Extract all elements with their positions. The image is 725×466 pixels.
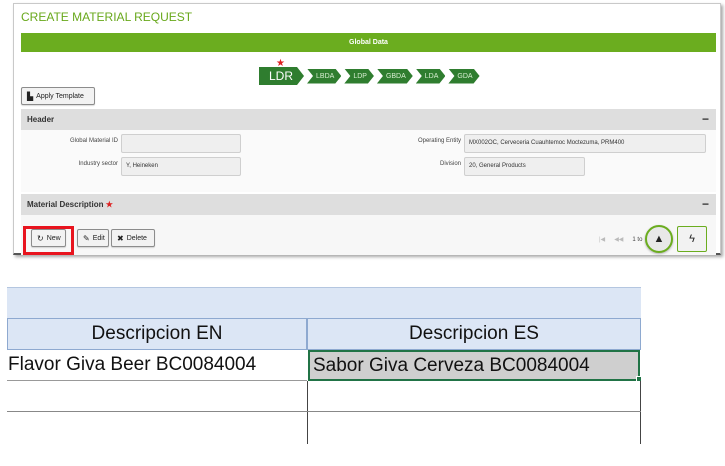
page-title: CREATE MATERIAL REQUEST bbox=[21, 10, 193, 24]
column-header-en[interactable]: Descripcion EN bbox=[7, 318, 307, 350]
cell-description-en[interactable]: Flavor Giva Beer BC0084004 bbox=[7, 350, 307, 381]
spreadsheet: Descripcion EN Descripcion ES Flavor Giv… bbox=[7, 287, 642, 444]
edit-icon: ✎ bbox=[83, 233, 90, 243]
quick-action-button[interactable]: ϟ bbox=[677, 226, 707, 252]
industry-sector-field[interactable]: Y, Heineken bbox=[121, 157, 241, 176]
global-material-id-field[interactable] bbox=[121, 134, 241, 153]
new-button[interactable]: ↻ New bbox=[31, 229, 66, 247]
collapse-icon[interactable]: − bbox=[702, 194, 709, 215]
division-label: Division bbox=[439, 161, 461, 167]
delete-button[interactable]: ✖ Delete bbox=[111, 229, 155, 247]
cell-description-es-selected[interactable]: Sabor Giva Cerveza BC0084004 bbox=[308, 350, 640, 381]
bolt-icon: ϟ bbox=[689, 233, 695, 245]
material-request-window: CREATE MATERIAL REQUEST Global Data ★ LD… bbox=[13, 3, 721, 255]
first-page-button[interactable]: |◀ bbox=[599, 236, 605, 243]
scroll-up-button[interactable]: ▲ bbox=[645, 225, 673, 253]
apply-template-button[interactable]: ▙ Apply Template bbox=[21, 87, 95, 105]
breadcrumb-step-lda[interactable]: LDA bbox=[416, 69, 446, 84]
header-section-bar[interactable]: Header − bbox=[21, 109, 716, 130]
global-data-bar[interactable]: Global Data bbox=[21, 33, 716, 52]
column-header-es[interactable]: Descripcion ES bbox=[307, 318, 641, 350]
material-description-section-bar[interactable]: Material Description ★ − bbox=[21, 194, 716, 215]
breadcrumb-step-lbda[interactable]: LBDA bbox=[307, 69, 341, 84]
division-field[interactable]: 20, General Products bbox=[464, 157, 585, 176]
sheet-header-band bbox=[7, 287, 641, 318]
apply-template-label: Apply Template bbox=[36, 92, 84, 100]
new-button-label: New bbox=[46, 234, 61, 242]
page-count: 1 to bbox=[632, 236, 643, 243]
material-description-title: Material Description bbox=[27, 200, 104, 209]
breadcrumb-step-ldp[interactable]: LDP bbox=[344, 69, 374, 84]
empty-cell[interactable] bbox=[7, 382, 307, 413]
operating-entity-label: Operating Entity bbox=[417, 138, 461, 144]
chevron-up-icon: ▲ bbox=[653, 233, 665, 245]
required-star-icon: ★ bbox=[105, 200, 113, 209]
edit-button[interactable]: ✎ Edit bbox=[77, 229, 109, 247]
operating-entity-field[interactable]: MX002OC, Cerveceria Cuauhtemoc Moctezuma… bbox=[464, 134, 706, 153]
prev-page-button[interactable]: ◀◀ bbox=[614, 236, 623, 243]
pager: |◀ ◀◀ 1 to bbox=[599, 236, 643, 244]
refresh-icon: ↻ bbox=[37, 233, 44, 243]
collapse-icon[interactable]: − bbox=[702, 109, 709, 130]
column-divider bbox=[640, 381, 641, 444]
header-section-title: Header bbox=[27, 115, 55, 124]
edit-button-label: Edit bbox=[92, 234, 105, 242]
empty-cell[interactable] bbox=[308, 382, 640, 413]
delete-button-label: Delete bbox=[126, 234, 147, 242]
breadcrumb-step-gda[interactable]: GDA bbox=[448, 69, 479, 84]
close-icon: ✖ bbox=[117, 233, 124, 243]
breadcrumb-step-gbda[interactable]: GBDA bbox=[377, 69, 413, 84]
industry-sector-label: Industry sector bbox=[78, 161, 118, 167]
breadcrumb-step-ldr[interactable]: LDR bbox=[259, 67, 304, 85]
breadcrumb: LDR LBDA LDP GBDA LDA GDA bbox=[259, 67, 483, 85]
header-fields: Global Material ID Industry sector Y, He… bbox=[21, 130, 716, 192]
apply-template-icon: ▙ bbox=[27, 91, 34, 101]
global-material-id-label: Global Material ID bbox=[69, 138, 118, 144]
